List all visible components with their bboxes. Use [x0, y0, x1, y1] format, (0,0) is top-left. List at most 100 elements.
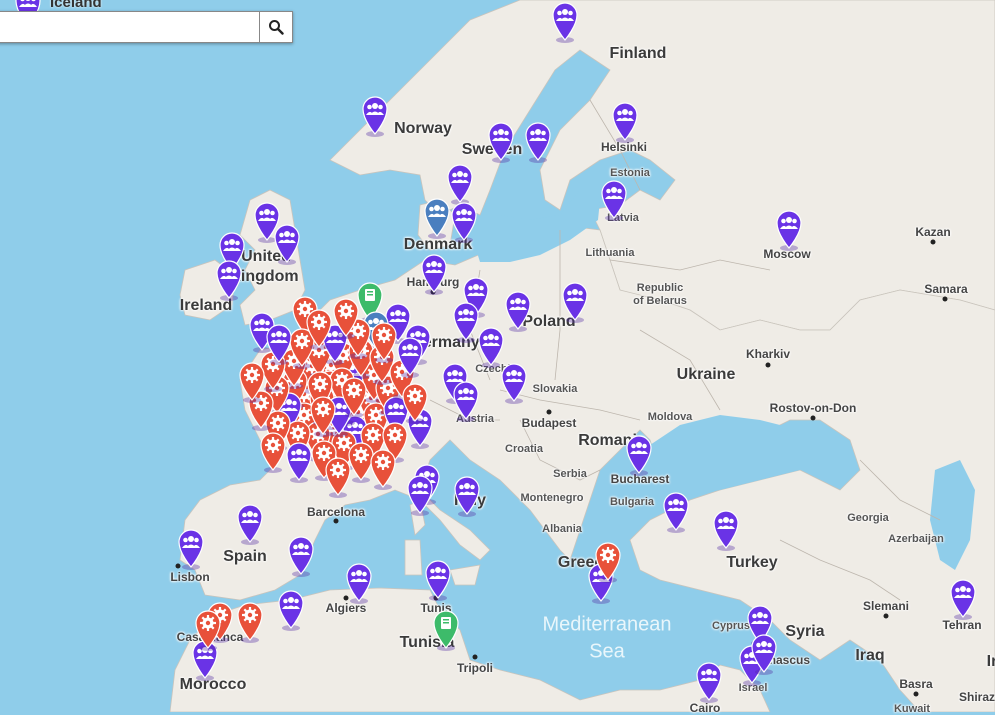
- group-marker[interactable]: [612, 102, 638, 143]
- city-dot: [810, 415, 816, 421]
- event-marker[interactable]: [370, 449, 396, 490]
- event-marker[interactable]: [237, 602, 263, 643]
- group-marker[interactable]: [286, 441, 313, 483]
- group-marker[interactable]: [266, 324, 292, 366]
- city-dot: [913, 691, 919, 697]
- group-marker[interactable]: [447, 164, 473, 205]
- people-icon: [453, 302, 479, 343]
- group-marker[interactable]: [453, 381, 479, 422]
- group-marker[interactable]: [696, 662, 722, 703]
- people-icon: [278, 590, 304, 631]
- people-icon: [488, 122, 514, 163]
- event-marker[interactable]: [239, 361, 265, 403]
- people-icon: [626, 435, 652, 476]
- group-marker[interactable]: [562, 282, 588, 323]
- people-icon: [237, 504, 263, 545]
- city-dot: [930, 239, 936, 245]
- group-marker[interactable]: [407, 475, 433, 516]
- people-icon: [424, 198, 450, 239]
- people-icon: [286, 441, 313, 483]
- people-icon: [447, 164, 473, 205]
- gear-icon: [237, 602, 263, 643]
- organization-marker[interactable]: [424, 198, 450, 239]
- group-marker[interactable]: [274, 224, 300, 265]
- group-marker[interactable]: [601, 180, 627, 221]
- event-marker[interactable]: [340, 377, 367, 418]
- event-marker[interactable]: [260, 432, 286, 474]
- gear-icon: [333, 298, 359, 340]
- gear-icon: [310, 396, 336, 437]
- group-marker[interactable]: [362, 96, 388, 137]
- people-icon: [346, 563, 372, 604]
- group-marker[interactable]: [425, 560, 451, 601]
- group-marker[interactable]: [751, 634, 777, 675]
- group-marker[interactable]: [178, 529, 204, 570]
- people-icon: [713, 510, 739, 551]
- group-marker[interactable]: [501, 363, 527, 404]
- group-marker[interactable]: [626, 435, 652, 476]
- people-icon: [612, 102, 638, 143]
- people-icon: [601, 180, 627, 221]
- people-icon: [288, 536, 314, 577]
- gear-icon: [260, 432, 286, 474]
- group-marker[interactable]: [451, 202, 477, 243]
- event-marker[interactable]: [325, 457, 351, 499]
- people-icon: [525, 122, 551, 163]
- group-marker[interactable]: [713, 510, 739, 551]
- event-marker[interactable]: [306, 309, 332, 351]
- group-marker[interactable]: [216, 260, 242, 301]
- search-button[interactable]: [259, 11, 293, 43]
- event-marker[interactable]: [333, 298, 359, 340]
- group-marker[interactable]: [237, 504, 263, 545]
- people-icon: [501, 363, 527, 404]
- people-icon: [663, 492, 689, 533]
- search-input[interactable]: [0, 11, 259, 43]
- group-marker[interactable]: [776, 210, 802, 251]
- group-marker[interactable]: [454, 476, 480, 517]
- gear-icon: [239, 361, 265, 403]
- people-icon: [216, 260, 242, 301]
- city-dot: [765, 362, 771, 368]
- resource-marker[interactable]: [433, 610, 459, 651]
- people-icon: [453, 381, 479, 422]
- city-dot: [472, 654, 478, 660]
- group-marker[interactable]: [525, 122, 551, 163]
- label-iceland: Iceland: [50, 0, 102, 11]
- gear-icon: [306, 309, 332, 351]
- search-icon: [269, 20, 284, 35]
- group-marker[interactable]: [397, 337, 423, 378]
- people-icon: [505, 291, 531, 332]
- event-marker[interactable]: [371, 322, 397, 363]
- gear-icon: [325, 457, 351, 499]
- gear-icon: [595, 542, 621, 583]
- people-icon: [696, 662, 722, 703]
- event-marker[interactable]: [195, 610, 221, 651]
- group-marker[interactable]: [488, 122, 514, 163]
- people-icon: [407, 475, 433, 516]
- people-icon: [776, 210, 802, 251]
- people-icon: [552, 2, 578, 43]
- group-marker[interactable]: [505, 291, 531, 332]
- people-icon: [454, 476, 480, 517]
- event-marker[interactable]: [310, 396, 336, 437]
- group-marker[interactable]: [346, 563, 372, 604]
- people-icon: [274, 224, 300, 265]
- event-marker[interactable]: [595, 542, 621, 583]
- group-marker[interactable]: [950, 579, 976, 620]
- group-marker[interactable]: [552, 2, 578, 43]
- group-marker[interactable]: [288, 536, 314, 577]
- gear-icon: [402, 383, 428, 425]
- group-marker[interactable]: [278, 590, 304, 631]
- gear-icon: [340, 377, 367, 418]
- group-marker[interactable]: [663, 492, 689, 533]
- people-icon: [751, 634, 777, 675]
- gear-icon: [195, 610, 221, 651]
- event-marker[interactable]: [402, 383, 428, 425]
- city-dot: [883, 613, 889, 619]
- people-icon: [425, 560, 451, 601]
- group-marker[interactable]: [478, 327, 504, 368]
- group-marker[interactable]: [453, 302, 479, 343]
- people-icon: [451, 202, 477, 243]
- city-dot: [546, 409, 552, 415]
- group-marker[interactable]: [421, 254, 447, 295]
